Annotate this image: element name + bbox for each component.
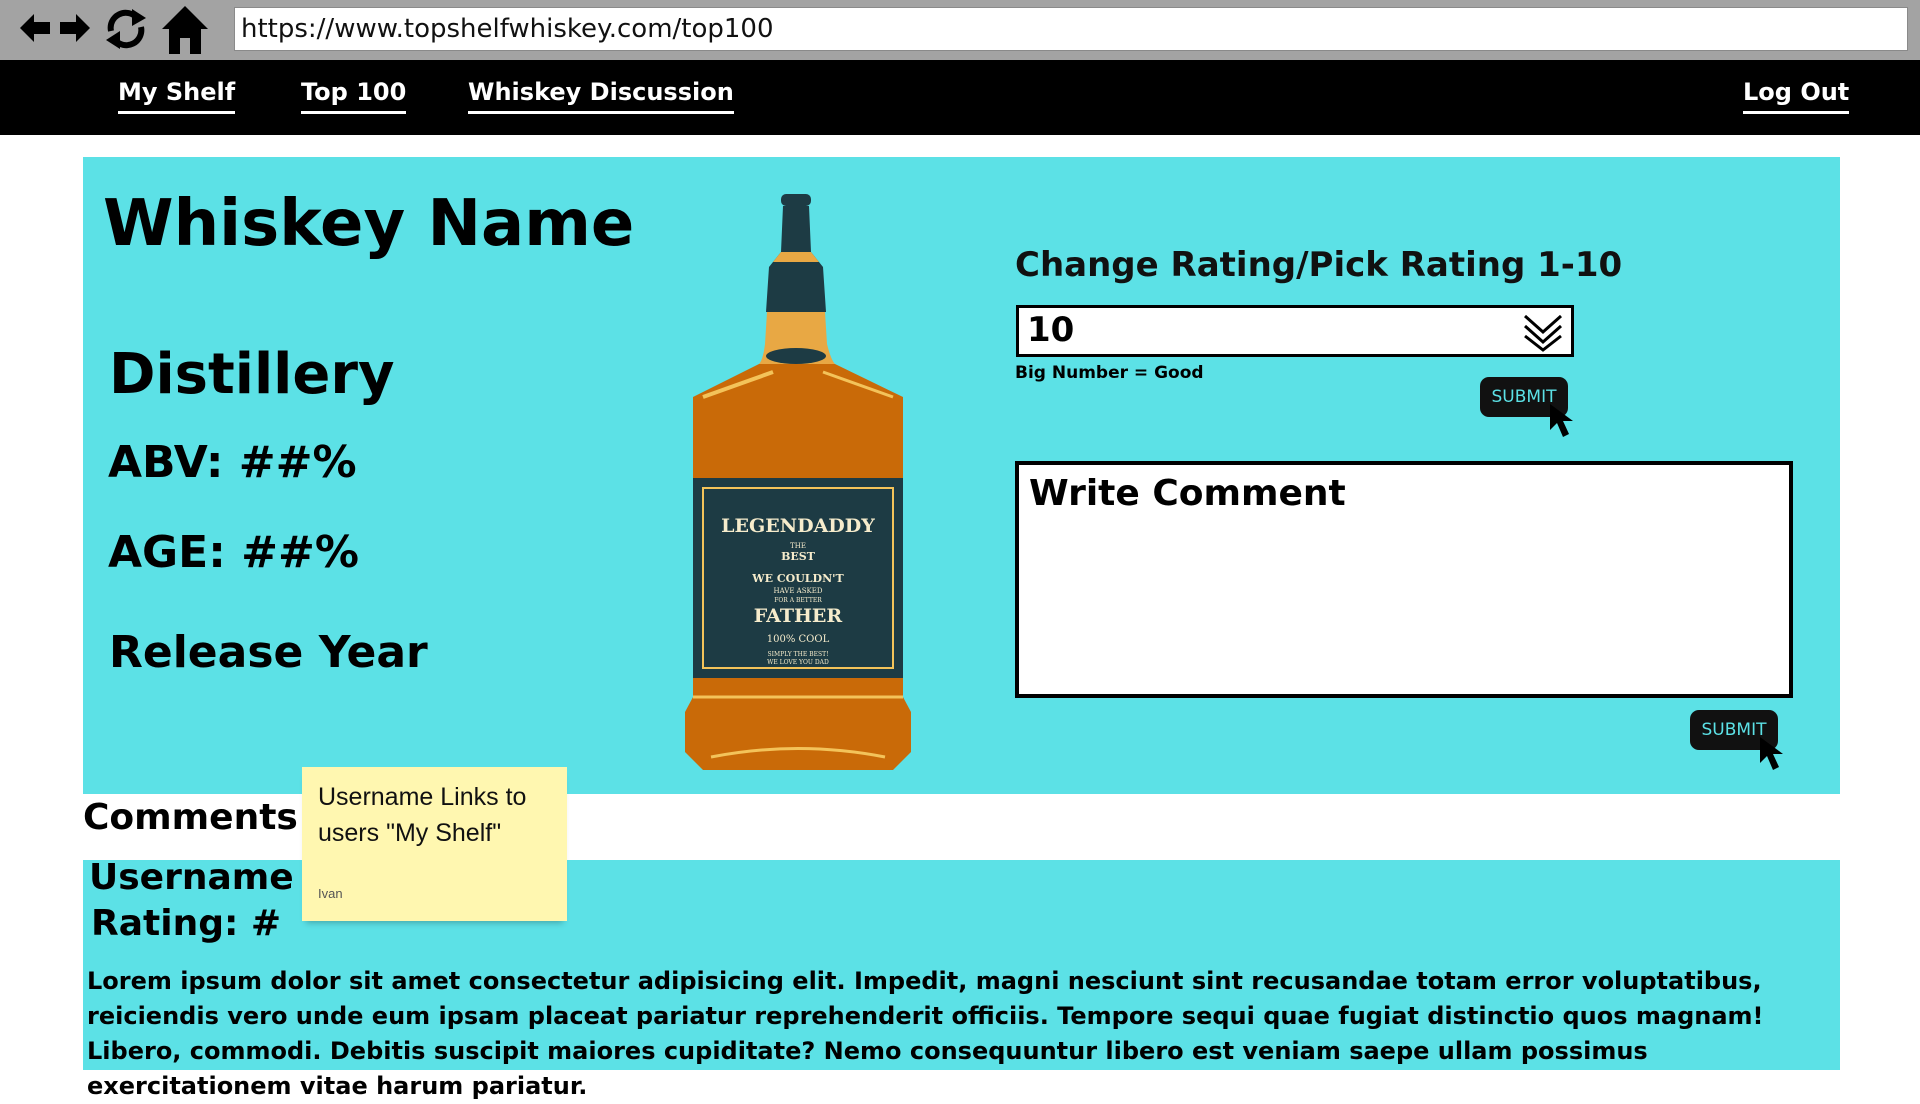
rating-select[interactable]: 10 [1016, 305, 1574, 357]
bottle-line3-text: FOR A BETTER [774, 597, 822, 604]
sticky-note-text: Username Links to users "My Shelf" [318, 783, 527, 847]
comment-body: Lorem ipsum dolor sit amet consectetur a… [87, 967, 1764, 1100]
back-arrow-icon[interactable] [18, 10, 52, 46]
comment-username[interactable]: Username [89, 854, 294, 901]
logout-link[interactable]: Log Out [1743, 78, 1850, 114]
refresh-icon[interactable] [102, 4, 150, 54]
rating-select-value: 10 [1027, 310, 1075, 350]
rating-label: Change Rating/Pick Rating 1-10 [1015, 245, 1623, 285]
bottle-foot1-text: SIMPLY THE BEST! [768, 651, 829, 658]
whiskey-bottle-image: LEGENDADDY THE BEST WE COULDN'T HAVE ASK… [685, 194, 911, 770]
release-year: Release Year [109, 627, 428, 678]
whiskey-detail-panel: Whiskey Name Distillery ABV: ##% AGE: ##… [83, 157, 1840, 794]
comment-rating: Rating: # [91, 903, 282, 944]
bottle-line1-text: WE COULDN'T [751, 572, 844, 585]
comments-heading: Comments [83, 797, 298, 838]
cursor-pointer-icon [1760, 737, 1783, 770]
sticky-note-author: Ivan [318, 886, 343, 901]
url-text: https://www.topshelfwhiskey.com/top100 [241, 14, 774, 44]
browser-toolbar: https://www.topshelfwhiskey.com/top100 [0, 0, 1920, 60]
bottle-father-text: FATHER [754, 605, 843, 627]
bottle-cool-text: 100% COOL [767, 634, 830, 645]
forward-arrow-icon[interactable] [58, 10, 92, 46]
rating-hint: Big Number = Good [1015, 363, 1204, 383]
bottle-best-text: BEST [781, 550, 816, 563]
cursor-pointer-icon [1550, 404, 1573, 437]
nav-top-100[interactable]: Top 100 [301, 78, 407, 114]
nav-my-shelf[interactable]: My Shelf [118, 78, 236, 114]
nav-whiskey-discussion[interactable]: Whiskey Discussion [468, 78, 734, 114]
site-nav: My Shelf Top 100 Whiskey Discussion Log … [0, 60, 1920, 135]
comment-textarea[interactable]: Write Comment [1015, 461, 1793, 698]
home-icon[interactable] [160, 4, 210, 56]
bottle-the-text: THE [790, 542, 806, 550]
bottle-line2-text: HAVE ASKED [773, 587, 822, 595]
abv-value: ABV: ##% [108, 437, 357, 488]
chevron-down-icon[interactable] [1521, 310, 1565, 352]
comment-placeholder: Write Comment [1029, 473, 1346, 514]
whiskey-name: Whiskey Name [103, 187, 635, 261]
bottle-brand-text: LEGENDADDY [721, 515, 875, 537]
distillery: Distillery [109, 342, 395, 407]
bottle-foot2-text: WE LOVE YOU DAD [767, 659, 829, 666]
age-value: AGE: ##% [108, 527, 359, 578]
address-bar[interactable]: https://www.topshelfwhiskey.com/top100 [234, 7, 1908, 51]
sticky-note: Username Links to users "My Shelf" Ivan [302, 767, 567, 921]
